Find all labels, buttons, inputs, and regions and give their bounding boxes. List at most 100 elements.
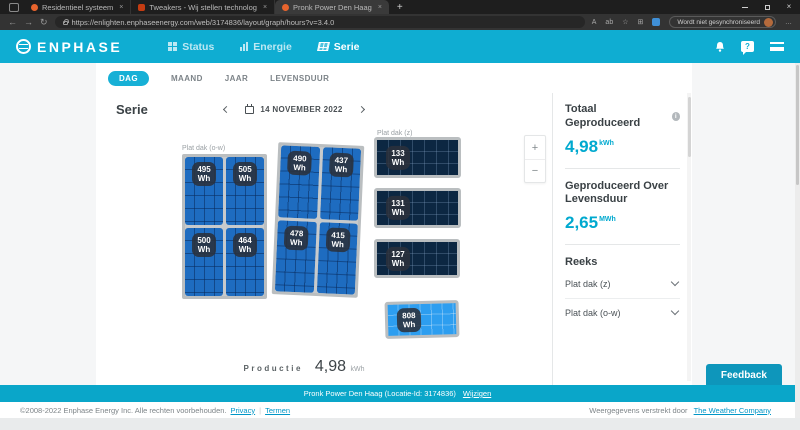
close-tab-icon[interactable]: ×: [376, 4, 382, 11]
browser-tab-1[interactable]: Residentieel systeem ×: [24, 0, 132, 14]
solar-panel-selected[interactable]: 808 Wh: [384, 300, 460, 339]
extension-icon[interactable]: [652, 18, 661, 26]
address-bar-icons: A ab ☆ ⊞ Wordt niet gesynchroniseerd …: [592, 16, 792, 28]
new-tab-button[interactable]: +: [389, 2, 411, 13]
info-icon[interactable]: i: [671, 112, 680, 122]
tab-dag[interactable]: DAG: [108, 70, 149, 86]
collections-icon[interactable]: ⊞: [638, 18, 644, 26]
tweakers-favicon: [138, 3, 146, 11]
solar-panel[interactable]: 478 Wh: [274, 219, 317, 293]
energy-bars-icon: [240, 42, 249, 51]
favorite-star-icon[interactable]: ☆: [622, 18, 628, 26]
group-label-z: Plat dak (z): [377, 130, 413, 137]
nav-status[interactable]: Status: [168, 41, 214, 53]
read-aloud-icon[interactable]: A: [592, 19, 597, 26]
content-card: DAG MAAND JAAR LEVENSDUUR Serie 14 NOVEM…: [96, 63, 692, 385]
terms-link[interactable]: Termen: [265, 406, 290, 415]
solar-panel[interactable]: 133 Wh: [374, 137, 461, 178]
solar-panel[interactable]: 490 Wh: [278, 145, 320, 219]
header-right: ?: [715, 41, 784, 55]
next-day-icon[interactable]: [357, 105, 365, 113]
solar-panel[interactable]: 505 Wh: [226, 157, 264, 225]
site-bar: Pronk Power Den Haag (Locatie-Id: 317483…: [0, 385, 795, 402]
lifetime-produced-value: 2,65MWh: [565, 213, 616, 232]
browser-tab-active[interactable]: Pronk Power Den Haag ×: [275, 0, 389, 14]
zoom-out-button[interactable]: −: [525, 159, 545, 182]
tab-title: Residentieel systeem: [42, 2, 114, 12]
sync-status-label: Wordt niet gesynchroniseerd: [677, 18, 760, 26]
refresh-icon[interactable]: ↻: [40, 17, 48, 28]
card-scrollbar[interactable]: [687, 93, 691, 381]
minimize-button[interactable]: [734, 0, 756, 14]
solar-panel[interactable]: 464 Wh: [226, 228, 264, 296]
enphase-favicon: [31, 3, 38, 11]
zoom-control: + −: [524, 135, 546, 183]
app-nav: Status Energie Serie: [168, 41, 359, 53]
close-tab-icon[interactable]: ×: [261, 4, 267, 11]
enphase-logo[interactable]: ENPHASE: [16, 39, 122, 55]
solar-panel[interactable]: 415 Wh: [316, 221, 358, 295]
lifetime-produced-heading: Geproduceerd Over Levensduur: [565, 179, 669, 206]
lock-icon: [62, 19, 70, 25]
forward-icon[interactable]: →: [24, 17, 33, 27]
solar-panel[interactable]: 127 Wh: [374, 239, 460, 278]
production-value: 4,98 kWh: [314, 358, 365, 375]
feedback-button[interactable]: Feedback: [705, 364, 782, 386]
profile-sync-pill[interactable]: Wordt niet gesynchroniseerd: [669, 16, 776, 28]
previous-day-icon[interactable]: [223, 105, 231, 113]
tab-levensduur[interactable]: LEVENSDUUR: [270, 74, 329, 83]
footer: ©2008-2022 Enphase Energy Inc. Alle rech…: [0, 402, 795, 418]
brand-name: ENPHASE: [37, 38, 123, 55]
stats-sidebar: Totaal Geproduceerd i 4,98kWh Geproducee…: [552, 93, 692, 385]
chevron-down-icon: [670, 278, 680, 287]
app-header: ENPHASE Status Energie Serie ?: [0, 30, 800, 63]
series-heading: Reeks: [565, 256, 598, 268]
solar-panel[interactable]: 500 Wh: [185, 228, 223, 296]
privacy-link[interactable]: Privacy: [231, 406, 256, 415]
solar-array-icon: [316, 42, 330, 51]
total-produced-heading: Totaal Geproduceerd i: [565, 103, 680, 131]
maximize-button[interactable]: [756, 0, 778, 14]
tab-title: Tweakers - Wij stellen technolog: [149, 2, 257, 12]
period-tabs: DAG MAAND JAAR LEVENSDUUR: [96, 63, 692, 93]
calendar-icon: [245, 104, 255, 114]
current-date: 14 NOVEMBER 2022: [260, 104, 343, 114]
tab-jaar[interactable]: JAAR: [225, 74, 248, 83]
browser-address-bar: ← → ↻ https://enlighten.enphaseenergy.co…: [0, 14, 800, 30]
help-icon[interactable]: ?: [741, 41, 754, 55]
solar-panel[interactable]: 437 Wh: [319, 147, 362, 221]
browser-tab-strip: Residentieel systeem × Tweakers - Wij st…: [0, 0, 800, 14]
production-total: Productie 4,98 kWh: [96, 358, 512, 376]
tab-maand[interactable]: MAAND: [171, 74, 203, 83]
tab-actions-icon[interactable]: [9, 2, 19, 12]
browser-menu-icon[interactable]: …: [785, 19, 792, 26]
browser-tab-2[interactable]: Tweakers - Wij stellen technolog ×: [131, 0, 276, 14]
translate-icon[interactable]: ab: [605, 19, 613, 26]
wijzigen-link[interactable]: Wijzigen: [463, 389, 491, 398]
zoom-in-button[interactable]: +: [525, 136, 545, 159]
divider: [565, 244, 680, 245]
solar-array-ow-2: 490 Wh 437 Wh 478 Wh 415 Wh: [271, 142, 365, 298]
page-background: DAG MAAND JAAR LEVENSDUUR Serie 14 NOVEM…: [0, 63, 795, 418]
series-row-plat-dak-ow[interactable]: Plat dak (o-w): [565, 299, 680, 327]
status-grid-icon: [168, 42, 178, 51]
hamburger-menu-icon[interactable]: [770, 42, 784, 51]
date-picker[interactable]: 14 NOVEMBER 2022: [245, 104, 342, 114]
url-text: https://enlighten.enphaseenergy.com/web/…: [71, 17, 335, 27]
notifications-bell-icon[interactable]: [715, 41, 725, 52]
series-row-plat-dak-z[interactable]: Plat dak (z): [565, 270, 680, 298]
nav-energie[interactable]: Energie: [240, 41, 292, 53]
site-name: Pronk Power Den Haag (Locatie-Id: 317483…: [303, 389, 456, 398]
enphase-logo-icon: [16, 39, 31, 54]
solar-panel[interactable]: 495 Wh: [185, 157, 223, 225]
back-icon[interactable]: ←: [8, 17, 17, 27]
url-input[interactable]: https://enlighten.enphaseenergy.com/web/…: [54, 16, 585, 28]
browser-scrollbar[interactable]: [795, 63, 800, 418]
production-label: Productie: [243, 364, 303, 373]
enphase-favicon: [282, 3, 290, 11]
weather-company-link[interactable]: The Weather Company: [694, 406, 771, 415]
close-tab-icon[interactable]: ×: [117, 4, 123, 11]
nav-serie[interactable]: Serie: [316, 41, 359, 53]
close-window-button[interactable]: ×: [778, 0, 800, 14]
solar-panel[interactable]: 131 Wh: [374, 188, 461, 228]
